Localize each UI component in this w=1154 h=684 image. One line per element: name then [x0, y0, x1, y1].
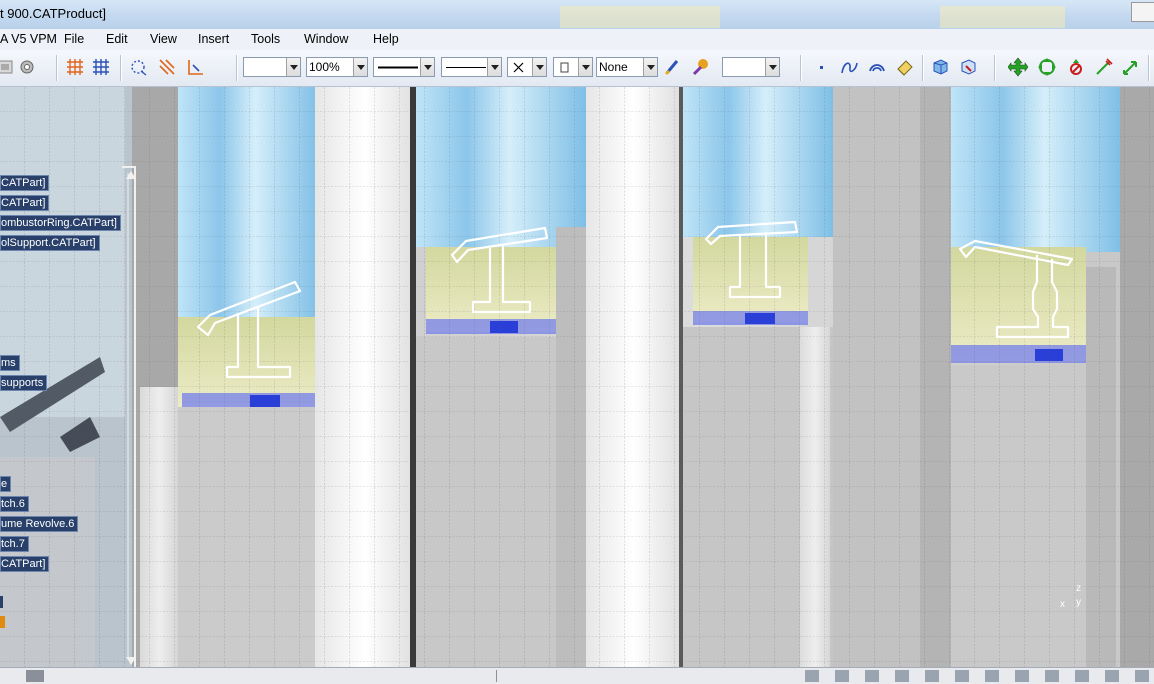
gear-icon[interactable]	[16, 56, 38, 78]
eraser-icon[interactable]	[894, 56, 916, 78]
surface-icon[interactable]	[866, 56, 888, 78]
toolbar-separator	[994, 55, 996, 81]
menu-window[interactable]: Window	[304, 32, 348, 46]
axis-z-label: z	[1076, 583, 1081, 594]
tree-node[interactable]: tch.7	[0, 536, 29, 552]
title-glow-2	[940, 6, 1065, 28]
toolbar-separator	[922, 55, 924, 81]
menu-file[interactable]: File	[64, 32, 84, 46]
status-bar	[0, 667, 1154, 684]
paintbrush-icon[interactable]	[662, 56, 684, 78]
title-bar: t 900.CATProduct]	[0, 0, 1154, 30]
linetype-select[interactable]	[373, 57, 435, 77]
axis-triad: z x y	[1058, 583, 1088, 613]
layer-value: None	[599, 60, 628, 74]
tree-node-marker[interactable]	[0, 596, 3, 608]
zoom-select[interactable]: 100%	[306, 57, 368, 77]
view-3d-icon[interactable]	[929, 56, 951, 78]
rotate-icon[interactable]	[1036, 56, 1058, 78]
toolbar-separator	[800, 55, 802, 81]
grid-icon[interactable]	[64, 56, 86, 78]
menu-help[interactable]: Help	[373, 32, 399, 46]
toolbar-separator	[236, 55, 238, 81]
graphic-properties-icon[interactable]	[690, 56, 712, 78]
construction-icon[interactable]	[128, 56, 150, 78]
tree-node-marker-orange[interactable]	[0, 616, 5, 628]
status-separator	[496, 670, 497, 682]
toolbar-separator	[56, 55, 58, 81]
layer-select[interactable]: None	[596, 57, 658, 77]
tree-node[interactable]: supports	[0, 375, 48, 391]
zoom-value: 100%	[309, 60, 340, 74]
menu-view[interactable]: View	[150, 32, 177, 46]
measure-icon[interactable]	[1093, 56, 1115, 78]
dimension-icon[interactable]	[184, 56, 206, 78]
view-normal-icon[interactable]	[957, 56, 979, 78]
status-icon	[26, 670, 44, 682]
catalog-icon[interactable]	[0, 56, 16, 78]
window-title: t 900.CATProduct]	[0, 6, 106, 21]
constraint-icon[interactable]	[156, 56, 178, 78]
lineweight-select[interactable]	[441, 57, 502, 77]
layer-filter-select[interactable]	[553, 57, 593, 77]
point-style-select[interactable]	[507, 57, 547, 77]
tree-node[interactable]: ms	[0, 355, 20, 371]
menu-tools[interactable]: Tools	[251, 32, 280, 46]
tree-node[interactable]: olSupport.CATPart]	[0, 235, 100, 251]
spline-icon[interactable]	[838, 56, 860, 78]
compass-arrow-icon[interactable]	[1120, 56, 1142, 78]
tree-node[interactable]: tch.6	[0, 496, 29, 512]
tree-node[interactable]: CATPart]	[0, 175, 50, 191]
tree-node[interactable]: ume Revolve.6	[0, 516, 79, 532]
tree-node[interactable]: e	[0, 476, 12, 492]
hide-show-icon[interactable]	[1065, 56, 1087, 78]
status-toolbar-strip[interactable]	[805, 670, 1150, 682]
axis-x-label: x	[1060, 599, 1065, 610]
menu-insert[interactable]: Insert	[198, 32, 229, 46]
pan-icon[interactable]	[1007, 56, 1029, 78]
point-icon[interactable]	[810, 56, 832, 78]
tree-node[interactable]: CATPart]	[0, 556, 50, 572]
menu-edit[interactable]: Edit	[106, 32, 128, 46]
material-select[interactable]	[722, 57, 780, 77]
tree-node[interactable]: ombustorRing.CATPart]	[0, 215, 121, 231]
toolbar-separator	[1148, 55, 1150, 81]
axis-y-label: y	[1076, 597, 1081, 608]
snap-grid-icon[interactable]	[90, 56, 112, 78]
3d-viewport[interactable]: CATPart] CATPart] ombustorRing.CATPart] …	[0, 87, 1154, 667]
scene-graphics	[0, 87, 1154, 667]
title-glow	[560, 6, 720, 28]
app-label: A V5 VPM	[0, 32, 57, 46]
tree-node[interactable]: CATPart]	[0, 195, 50, 211]
window-minimize-button[interactable]	[1131, 2, 1154, 22]
toolbar: 100% None	[0, 50, 1154, 87]
color-select[interactable]	[243, 57, 301, 77]
menu-bar: A V5 VPM File Edit View Insert Tools Win…	[0, 29, 1154, 50]
toolbar-separator	[120, 55, 122, 81]
